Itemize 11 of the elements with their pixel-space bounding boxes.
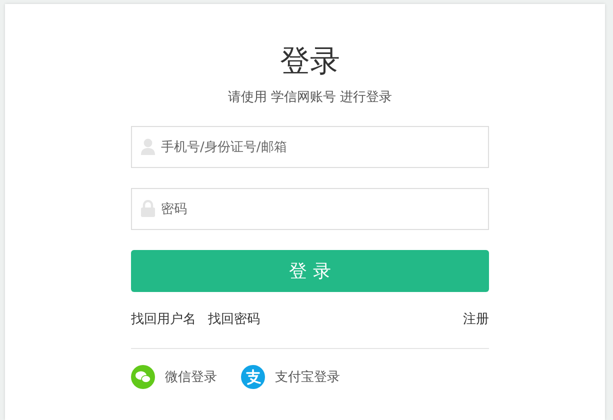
login-subtitle: 请使用 学信网账号 进行登录 — [228, 89, 392, 106]
alipay-icon — [241, 365, 265, 389]
password-field[interactable]: 密码 — [131, 188, 489, 230]
username-field[interactable]: 手机号/身份证号/邮箱 — [131, 126, 489, 168]
login-title: 登录 — [280, 43, 340, 81]
link[interactable]: 找回密码 — [208, 310, 260, 328]
chat-bubbles-icon — [131, 365, 155, 389]
link[interactable]: 找回用户名 — [131, 310, 196, 328]
wechat-login-link[interactable]: 微信登录 — [131, 365, 217, 389]
alipay-login-link[interactable]: 支付宝登录 — [241, 365, 340, 389]
register-link[interactable]: 注册 — [463, 310, 489, 328]
